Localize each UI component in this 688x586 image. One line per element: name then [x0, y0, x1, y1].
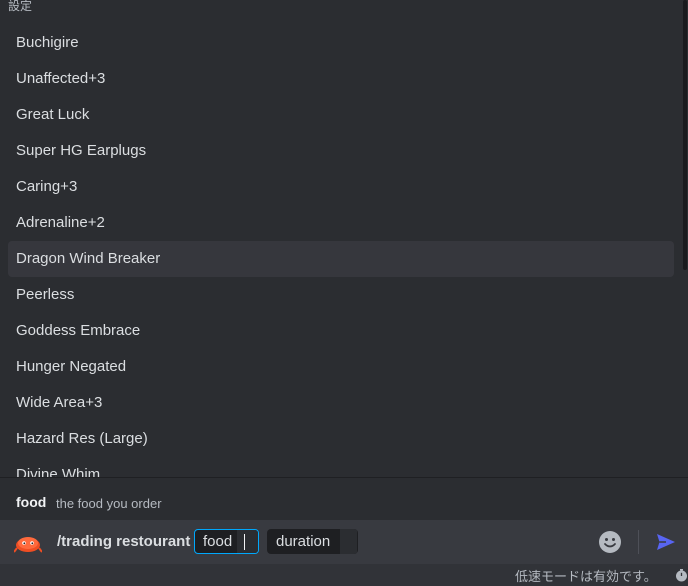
option-item[interactable]: Hunger Negated — [8, 349, 674, 385]
option-item[interactable]: Peerless — [8, 277, 674, 313]
send-icon[interactable] — [655, 531, 677, 553]
option-item[interactable]: Great Luck — [8, 97, 674, 133]
parameter-hint-bar: food the food you order — [0, 477, 688, 520]
bot-avatar-icon — [14, 537, 42, 553]
option-chip-label: duration — [276, 533, 331, 550]
popup-header: 設定 — [8, 0, 33, 13]
option-item[interactable]: Wide Area+3 — [8, 385, 674, 421]
slowmode-notice: 低速モードは有効です。 — [515, 570, 657, 585]
option-item[interactable]: Goddess Embrace — [8, 313, 674, 349]
slash-command-name: /trading restourant — [57, 533, 191, 550]
composer-divider — [638, 530, 639, 554]
timer-icon — [676, 569, 687, 582]
option-item[interactable]: Divine Whim — [8, 457, 674, 477]
autocomplete-popup: 設定 Buchigire Unaffected+3 Great Luck Sup… — [0, 0, 688, 477]
option-chip-duration[interactable]: duration — [267, 529, 358, 554]
parameter-description: the food you order — [56, 496, 162, 511]
option-chip-label: food — [203, 533, 233, 550]
text-caret — [244, 534, 245, 550]
option-item[interactable]: Hazard Res (Large) — [8, 421, 674, 457]
option-item-selected[interactable]: Dragon Wind Breaker — [8, 241, 674, 277]
option-chip-value-input[interactable] — [237, 530, 258, 553]
message-composer[interactable]: /trading restourant food duration — [0, 520, 688, 564]
option-chip-value-input[interactable] — [340, 529, 357, 554]
popup-scrollbar[interactable] — [683, 0, 687, 270]
option-item[interactable]: Unaffected+3 — [8, 61, 674, 97]
option-item[interactable]: Super HG Earplugs — [8, 133, 674, 169]
parameter-name: food — [16, 494, 47, 510]
option-chip-food[interactable]: food — [194, 529, 259, 554]
option-item[interactable]: Buchigire — [8, 25, 674, 61]
option-item[interactable]: Adrenaline+2 — [8, 205, 674, 241]
emoji-icon[interactable] — [598, 530, 622, 554]
option-list: Buchigire Unaffected+3 Great Luck Super … — [8, 25, 674, 477]
option-item[interactable]: Caring+3 — [8, 169, 674, 205]
